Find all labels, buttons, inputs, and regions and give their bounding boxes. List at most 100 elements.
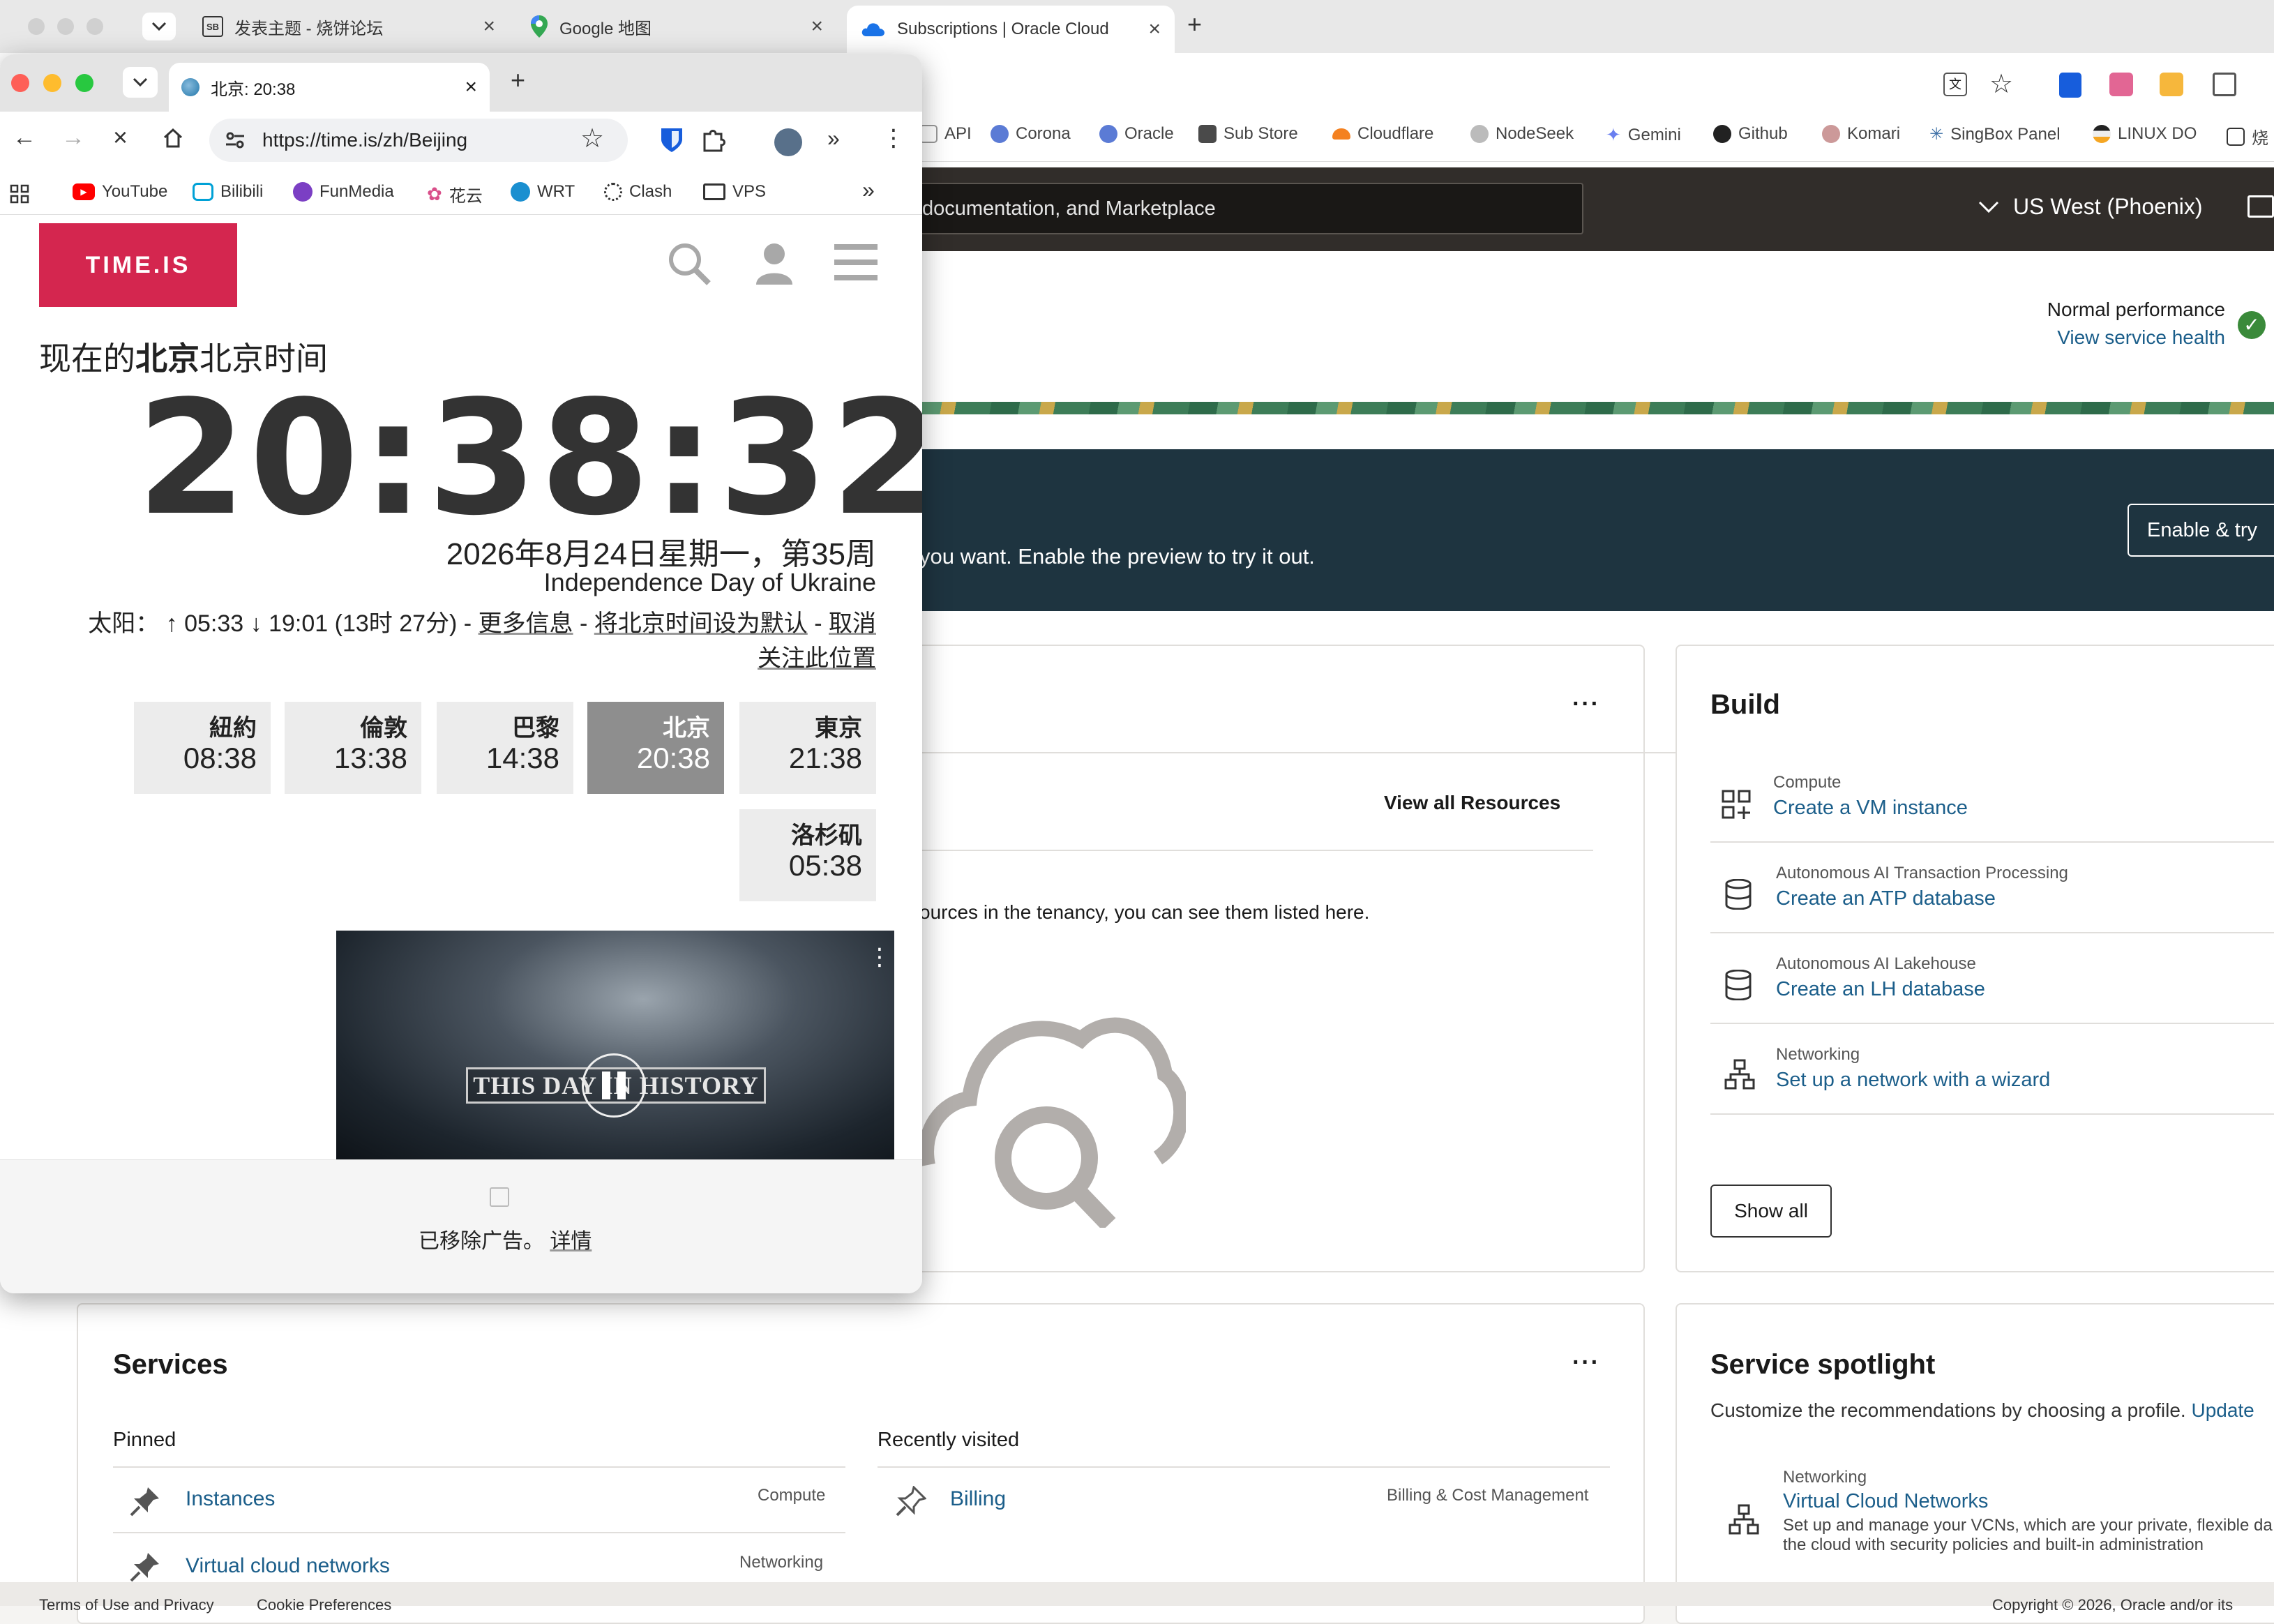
build-item-atp[interactable]: Autonomous AI Transaction Processing Cre… [1776, 864, 2068, 910]
timeis-logo[interactable]: TIME.IS [39, 223, 237, 307]
service-instances-link[interactable]: Instances [186, 1487, 275, 1511]
city-tile-paris[interactable]: 巴黎 14:38 [437, 702, 573, 794]
virtual-cloud-networks-link[interactable]: Virtual Cloud Networks [1783, 1490, 2273, 1513]
home-icon[interactable] [162, 127, 184, 149]
close-icon[interactable]: × [811, 15, 823, 38]
more-info-link[interactable]: 更多信息 [479, 610, 573, 637]
new-tab-button[interactable]: + [1187, 10, 1202, 39]
bookmark-gemini[interactable]: ✦ Gemini [1606, 124, 1681, 146]
close-icon[interactable]: × [1148, 17, 1161, 41]
more-options-icon[interactable]: ··· [1572, 1349, 1600, 1376]
bookmark-komari[interactable]: Komari [1822, 124, 1900, 144]
tab-timeis[interactable]: 北京: 20:38 × [169, 63, 490, 112]
unfollow-link-continued[interactable]: 关注此位置 [628, 639, 876, 673]
tab-google-maps[interactable]: Google 地图 × [516, 8, 837, 45]
translate-icon[interactable]: 文 [1943, 73, 1967, 96]
bookmark-sub-store[interactable]: Sub Store [1198, 124, 1298, 144]
terms-link[interactable]: Terms of Use and Privacy [39, 1596, 214, 1614]
minimize-window-button[interactable] [43, 74, 61, 92]
avatar[interactable] [774, 128, 802, 156]
bitwarden-icon[interactable] [2059, 73, 2081, 98]
traffic-lights-inactive [28, 18, 103, 35]
create-atp-database-link[interactable]: Create an ATP database [1776, 887, 2068, 910]
hamburger-menu-icon[interactable] [834, 243, 878, 282]
tab-oracle-subscriptions[interactable]: Subscriptions | Oracle Cloud × [847, 6, 1175, 53]
bookmark-vps[interactable]: VPS [703, 182, 766, 202]
forward-arrow-icon[interactable]: → [61, 124, 85, 151]
bookmark-clash[interactable]: Clash [604, 182, 672, 202]
bookmark-singbox-panel[interactable]: ✳ SingBox Panel [1929, 124, 2061, 144]
apps-grid-icon[interactable] [10, 184, 29, 204]
chevrons-right-icon[interactable]: » [862, 177, 875, 203]
zoom-window-button[interactable] [75, 74, 93, 92]
bookmark-bilibili[interactable]: Bilibili [193, 182, 263, 202]
build-item-compute[interactable]: Compute Create a VM instance [1773, 773, 1968, 820]
extension-icon[interactable] [2160, 73, 2183, 96]
user-icon[interactable] [755, 241, 794, 286]
city-tile-newyork[interactable]: 紐約 08:38 [134, 702, 271, 794]
bookmark-funmedia[interactable]: FunMedia [293, 182, 394, 202]
bookmark-linux-do[interactable]: LINUX DO [2093, 124, 2197, 144]
build-item-networking[interactable]: Networking Set up a network with a wizar… [1776, 1045, 2050, 1092]
region-selector[interactable]: US West (Phoenix) [1978, 194, 2203, 220]
bookmark-oracle[interactable]: Oracle [1099, 124, 1174, 144]
close-icon[interactable]: × [483, 15, 495, 38]
pin-filled-icon[interactable] [130, 1486, 160, 1517]
close-window-button[interactable] [11, 74, 29, 92]
view-all-resources-link[interactable]: View all Resources [1384, 792, 1560, 814]
puzzle-icon[interactable] [702, 127, 727, 152]
kebab-menu-icon[interactable]: ⋮ [882, 124, 905, 152]
puzzle-icon[interactable] [2213, 73, 2236, 96]
bookmark-forum[interactable]: 烧 [2227, 124, 2268, 149]
search-icon[interactable] [667, 241, 711, 286]
star-icon[interactable]: ☆ [1989, 68, 2013, 100]
service-billing-link[interactable]: Billing [950, 1487, 1006, 1511]
city-tile-beijing[interactable]: 北京 20:38 [587, 702, 724, 794]
bookmark-huayun[interactable]: ✿ 花云 [427, 182, 483, 206]
view-service-health-link[interactable]: View service health [2023, 326, 2225, 349]
create-vm-instance-link[interactable]: Create a VM instance [1773, 797, 1968, 820]
city-tile-tokyo[interactable]: 東京 21:38 [739, 702, 876, 794]
bookmark-youtube[interactable]: ▶ YouTube [73, 182, 167, 202]
set-default-link[interactable]: 将北京时间设为默认 [594, 610, 808, 637]
bookmark-corona[interactable]: Corona [991, 124, 1071, 144]
star-icon[interactable]: ☆ [580, 123, 604, 154]
video-player[interactable]: THIS DAY IN HISTORY ⋮ [336, 931, 894, 1159]
tab-list-button[interactable] [123, 67, 158, 98]
chevrons-right-icon[interactable]: » [827, 126, 840, 151]
city-tile-london[interactable]: 倫敦 13:38 [285, 702, 421, 794]
new-tab-button[interactable]: + [511, 66, 525, 95]
bookmark-github[interactable]: Github [1713, 124, 1788, 144]
back-arrow-icon[interactable]: ← [13, 124, 36, 151]
service-vcn-link[interactable]: Virtual cloud networks [186, 1554, 390, 1578]
bookmark-nodeseek[interactable]: NodeSeek [1470, 124, 1574, 144]
stop-icon[interactable]: × [113, 123, 128, 152]
build-item-lakehouse[interactable]: Autonomous AI Lakehouse Create an LH dat… [1776, 954, 1985, 1001]
tab-list-button[interactable] [142, 13, 176, 40]
show-all-button[interactable]: Show all [1710, 1185, 1832, 1238]
more-options-icon[interactable]: ··· [1572, 691, 1600, 718]
kebab-menu-icon[interactable]: ⋮ [868, 943, 891, 971]
bookmark-wrt[interactable]: WRT [511, 182, 575, 202]
site-settings-icon[interactable] [225, 130, 246, 151]
setup-network-wizard-link[interactable]: Set up a network with a wizard [1776, 1069, 2050, 1092]
bookmark-api[interactable]: API [919, 124, 972, 144]
create-lh-database-link[interactable]: Create an LH database [1776, 978, 1985, 1001]
spotlight-item[interactable]: Networking Virtual Cloud Networks Set up… [1783, 1468, 2273, 1555]
city-tile-losangeles[interactable]: 洛杉矶 05:38 [739, 809, 876, 901]
bitwarden-icon[interactable] [660, 127, 684, 153]
pause-icon[interactable] [582, 1053, 646, 1118]
pin-outline-icon[interactable] [896, 1486, 926, 1517]
cookie-preferences-link[interactable]: Cookie Preferences [257, 1596, 391, 1614]
tab-forum[interactable]: SB 发表主题 - 烧饼论坛 × [188, 8, 509, 45]
pin-filled-icon[interactable] [130, 1551, 160, 1582]
close-icon[interactable]: × [465, 75, 477, 99]
monitor-icon[interactable] [2247, 195, 2274, 218]
address-bar[interactable]: https://time.is/zh/Beijing [209, 119, 628, 162]
extension-icon[interactable] [2109, 73, 2133, 96]
update-profile-link[interactable]: Update [2191, 1399, 2254, 1421]
enable-try-button[interactable]: Enable & try [2128, 504, 2274, 557]
bookmark-cloudflare[interactable]: Cloudflare [1332, 124, 1433, 144]
ad-details-link[interactable]: 详情 [550, 1230, 592, 1253]
unfollow-link[interactable]: 取消 [829, 610, 876, 637]
